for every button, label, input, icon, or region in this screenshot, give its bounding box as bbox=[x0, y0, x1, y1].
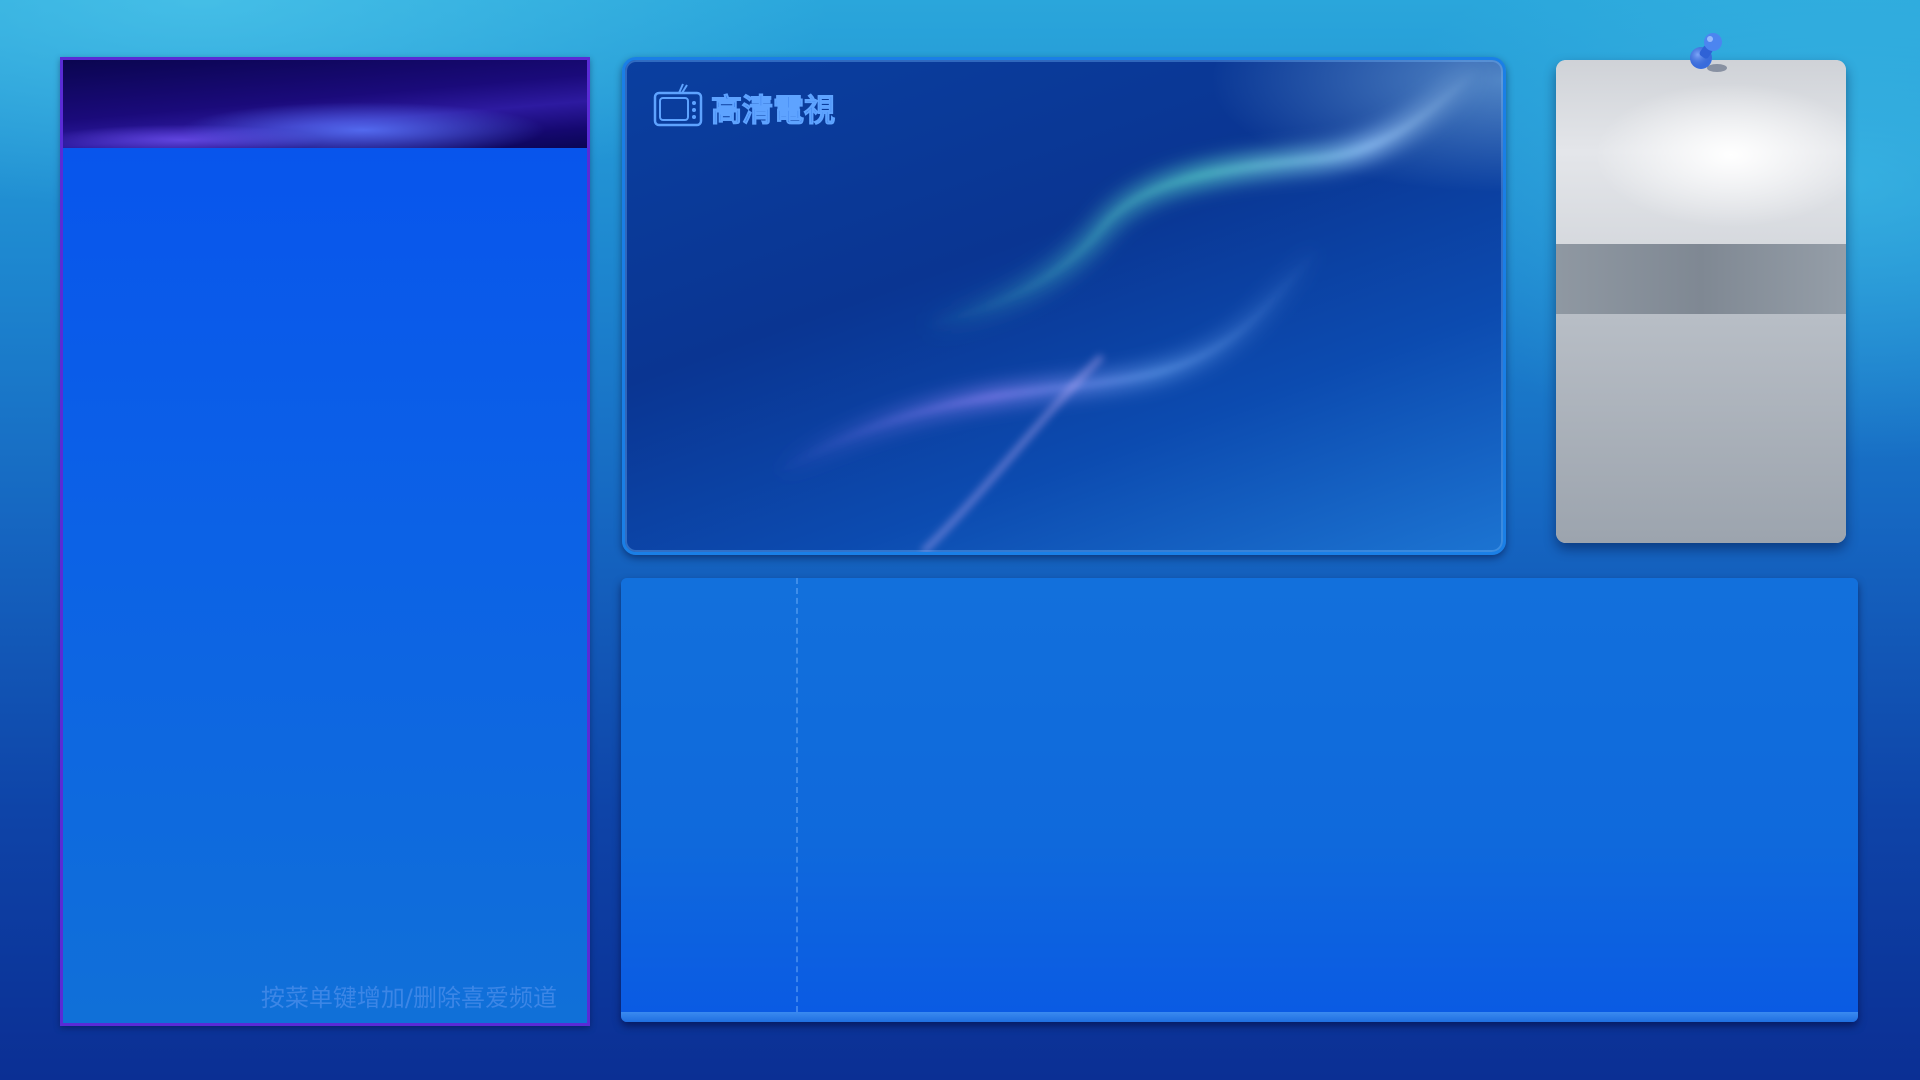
favorite-channels-panel[interactable]: 按菜单键增加/删除喜爱频道 bbox=[60, 57, 590, 1026]
program-guide-panel[interactable] bbox=[621, 578, 1858, 1022]
info-card bbox=[1556, 60, 1846, 543]
guide-bottom-strip bbox=[621, 1012, 1858, 1022]
channel-logo-text: 高清電視 bbox=[711, 92, 836, 129]
tv-icon bbox=[653, 82, 703, 132]
video-background-art bbox=[769, 61, 1486, 552]
info-card-top bbox=[1556, 60, 1846, 244]
channel-logo: 高清電視 bbox=[653, 82, 836, 132]
info-card-band bbox=[1556, 244, 1846, 314]
pushpin-icon bbox=[1687, 32, 1731, 80]
guide-column-divider bbox=[796, 578, 798, 1022]
favorites-hint-text: 按菜单键增加/删除喜爱频道 bbox=[260, 984, 557, 1012]
favorite-channels-header bbox=[63, 60, 587, 148]
video-preview-panel[interactable]: 高清電視 bbox=[622, 57, 1506, 555]
info-card-bottom bbox=[1556, 314, 1846, 543]
